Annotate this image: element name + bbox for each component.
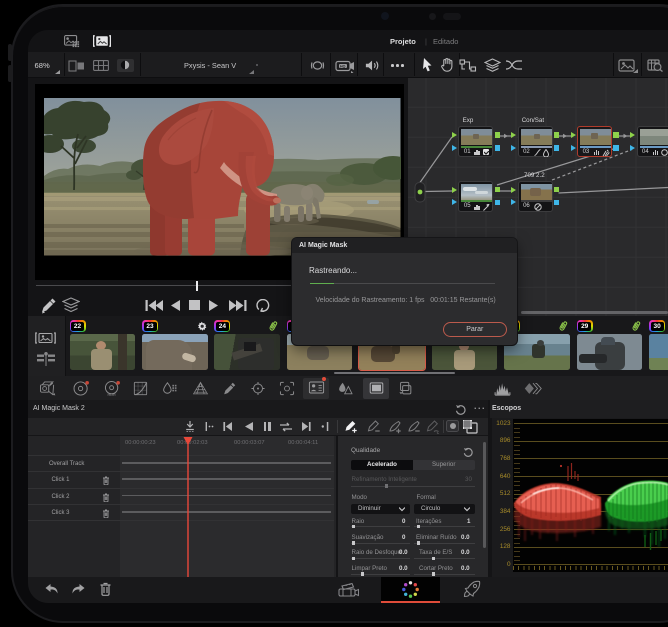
svg-text:HDR: HDR <box>108 393 116 396</box>
svg-text:HQ: HQ <box>340 64 346 68</box>
